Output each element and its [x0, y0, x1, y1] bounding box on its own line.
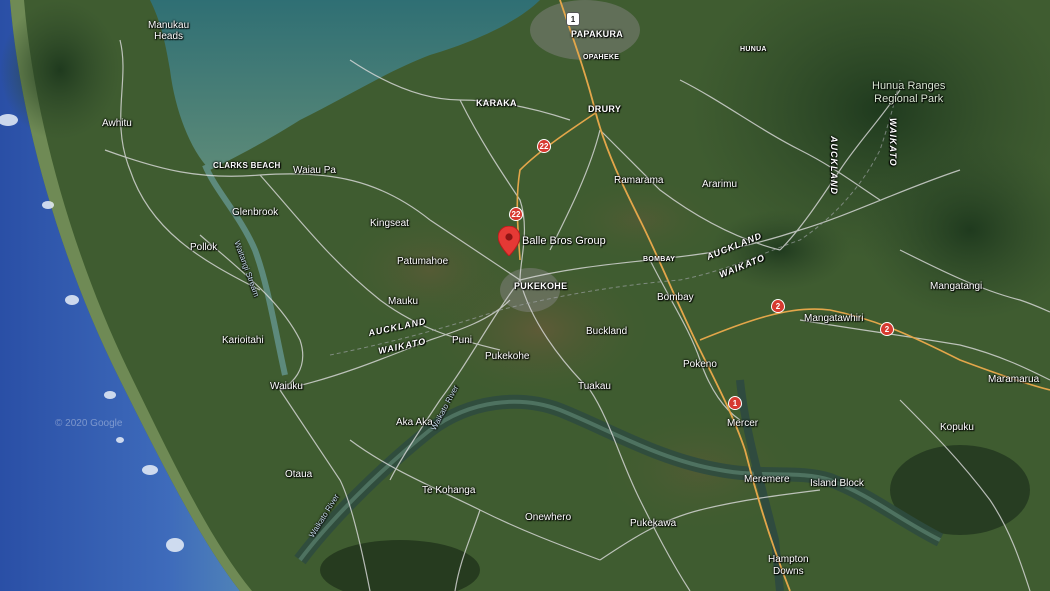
place-label-aka-aka[interactable]: Aka Aka — [396, 418, 433, 428]
place-label-ararimu[interactable]: Ararimu — [702, 180, 737, 190]
place-label-bombay[interactable]: Bombay — [657, 293, 694, 303]
place-label-tuakau[interactable]: Tuakau — [578, 382, 611, 392]
place-label-mercer[interactable]: Mercer — [727, 419, 758, 429]
place-label-pukekohe[interactable]: Pukekohe — [485, 352, 529, 362]
park-label-hunua-ranges[interactable]: Hunua Ranges Regional Park — [872, 80, 945, 106]
highway-shield-1-south: 1 — [728, 396, 742, 410]
map-pin-icon[interactable] — [498, 226, 520, 256]
region-label-waikato-3: WAIKATO — [888, 118, 898, 167]
place-label-hampton-downs[interactable]: Hampton Downs — [768, 554, 809, 578]
place-label-clarks-beach[interactable]: CLARKS BEACH — [213, 162, 281, 170]
place-label-waiau-pa[interactable]: Waiau Pa — [293, 166, 336, 176]
place-label-bombay-town[interactable]: BOMBAY — [643, 256, 675, 263]
place-label-island-block[interactable]: Island Block — [810, 479, 864, 489]
place-label-drury[interactable]: DRURY — [588, 105, 621, 114]
highway-shield-22-south: 22 — [509, 207, 523, 221]
highway-shield-1-north: 1 — [566, 12, 580, 26]
place-label-opaheke[interactable]: OPAHEKE — [583, 54, 619, 61]
place-label-pukekohe-town[interactable]: PUKEKOHE — [514, 282, 567, 291]
place-label-glenbrook[interactable]: Glenbrook — [232, 208, 278, 218]
highway-shield-22-north: 22 — [537, 139, 551, 153]
place-label-buckland[interactable]: Buckland — [586, 327, 627, 337]
place-label-pokeno[interactable]: Pokeno — [683, 360, 717, 370]
place-label-mangatangi[interactable]: Mangatangi — [930, 282, 982, 292]
place-label-otaua[interactable]: Otaua — [285, 470, 312, 480]
place-label-karaka[interactable]: KARAKA — [476, 99, 517, 108]
place-label-ramarama[interactable]: Ramarama — [614, 176, 663, 186]
place-label-papakura[interactable]: PAPAKURA — [571, 30, 623, 39]
region-label-auckland-3: AUCKLAND — [829, 136, 839, 195]
place-marker-label[interactable]: Balle Bros Group — [522, 236, 606, 247]
place-label-kopuku[interactable]: Kopuku — [940, 423, 974, 433]
place-label-awhitu[interactable]: Awhitu — [102, 119, 132, 129]
place-label-meremere[interactable]: Meremere — [744, 475, 790, 485]
place-label-manukau-heads[interactable]: Manukau Heads — [148, 20, 189, 42]
place-label-hunua[interactable]: HUNUA — [740, 46, 767, 53]
highway-shield-2-east: 2 — [880, 322, 894, 336]
highway-shield-2-west: 2 — [771, 299, 785, 313]
place-label-pollok[interactable]: Pollok — [190, 243, 217, 253]
place-label-waiuku[interactable]: Waiuku — [270, 382, 303, 392]
place-label-pukekawa[interactable]: Pukekawa — [630, 519, 676, 529]
place-label-patumahoe[interactable]: Patumahoe — [397, 257, 448, 267]
map-view[interactable]: PAPAKURA OPAHEKE HUNUA KARAKA DRURY CLAR… — [0, 0, 1050, 591]
place-label-mangatawhiri[interactable]: Mangatawhiri — [804, 314, 863, 324]
place-label-maramarua[interactable]: Maramarua — [988, 375, 1039, 385]
place-label-karioitahi[interactable]: Karioitahi — [222, 336, 264, 346]
place-label-te-kohanga[interactable]: Te Kohanga — [422, 486, 475, 496]
map-watermark: © 2020 Google — [55, 418, 123, 429]
place-label-onewhero[interactable]: Onewhero — [525, 513, 571, 523]
place-label-kingseat[interactable]: Kingseat — [370, 219, 409, 229]
place-label-mauku[interactable]: Mauku — [388, 297, 418, 307]
place-label-puni[interactable]: Puni — [452, 336, 472, 346]
